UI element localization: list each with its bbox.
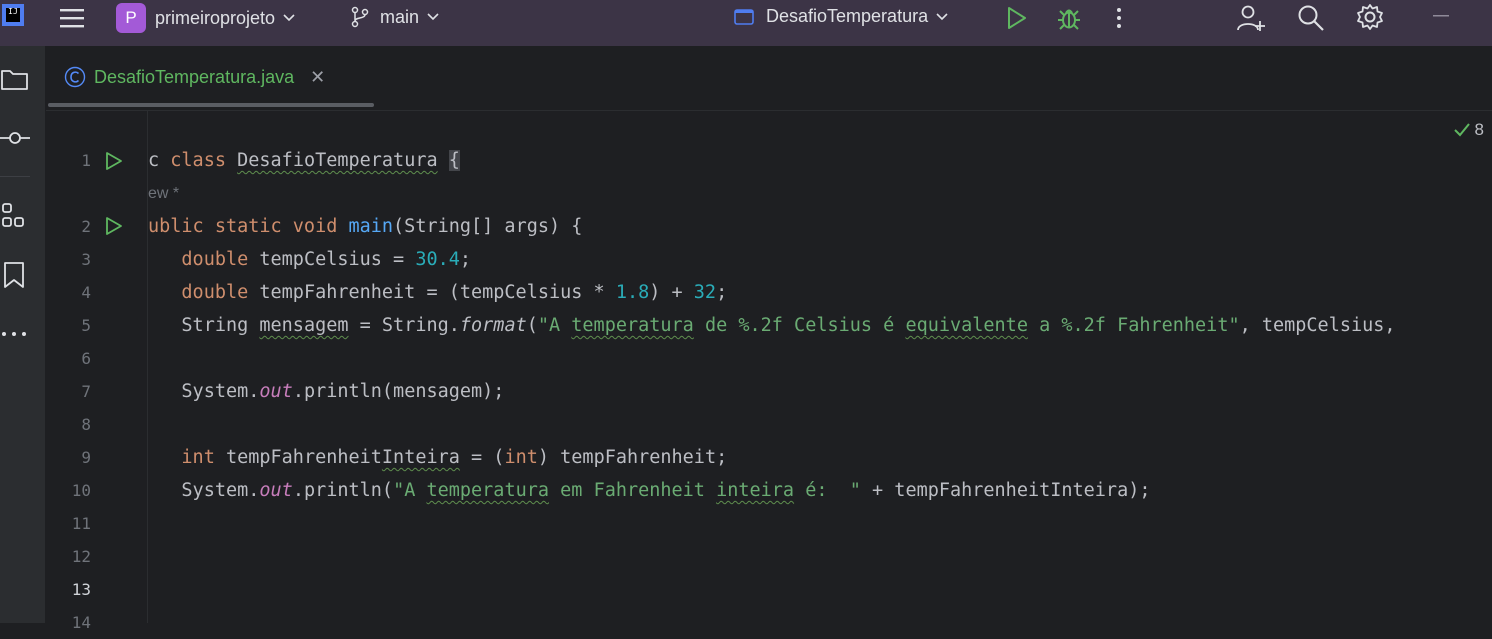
line-number: 13 xyxy=(71,580,91,599)
java-class-icon xyxy=(64,66,86,88)
debug-icon xyxy=(1058,9,1080,30)
project-name: primeiroprojeto xyxy=(155,7,276,28)
run-button[interactable] xyxy=(1006,6,1028,30)
line-number: 4 xyxy=(81,283,91,302)
tab-scroll-indicator xyxy=(48,103,374,107)
minimize-button[interactable] xyxy=(1433,14,1449,18)
more-actions-button[interactable] xyxy=(1115,6,1123,30)
inspection-widget[interactable]: 8 xyxy=(1453,120,1484,140)
jetbrains-logo-icon[interactable]: IJ xyxy=(2,4,24,26)
title-bar: IJ P primeiroprojeto main DesafioTempera… xyxy=(0,0,1492,46)
line-number: 12 xyxy=(71,547,91,566)
commit-icon[interactable] xyxy=(0,123,30,153)
editor-gutter: 1 2 3 4 5 6 7 8 9 10 11 12 13 14 xyxy=(46,111,148,632)
more-vertical-icon xyxy=(1117,8,1121,28)
code-line: ublic static void main(String[] args) { xyxy=(148,216,583,237)
code-line: double tempFahrenheit = (tempCelsius * 1… xyxy=(181,282,728,303)
editor-tab-bar: DesafioTemperatura.java ✕ xyxy=(46,46,1492,111)
structure-icon[interactable] xyxy=(0,201,30,231)
code-line: System.out.println(mensagem); xyxy=(181,381,505,402)
code-line: int tempFahrenheitInteira = (int) tempFa… xyxy=(181,447,728,468)
bookmark-icon[interactable] xyxy=(0,260,30,290)
search-icon xyxy=(1298,5,1324,31)
code-line: c class DesafioTemperatura { xyxy=(148,150,460,171)
branch-selector[interactable]: main xyxy=(350,6,439,28)
code-with-me-button[interactable] xyxy=(1236,3,1266,33)
run-config-name: DesafioTemperatura xyxy=(766,6,929,26)
code-editor[interactable]: c class DesafioTemperatura { ew * ublic … xyxy=(148,111,1492,623)
debug-button[interactable] xyxy=(1056,5,1082,31)
gear-icon xyxy=(1357,4,1383,30)
chevron-down-icon xyxy=(427,13,439,21)
project-selector[interactable]: P primeiroprojeto xyxy=(116,3,295,33)
tool-window-bar xyxy=(0,46,46,623)
check-icon xyxy=(1453,123,1470,137)
inlay-hint: ew * xyxy=(148,185,180,202)
line-number: 2 xyxy=(81,217,91,236)
search-button[interactable] xyxy=(1297,4,1325,32)
branch-icon xyxy=(351,6,369,28)
settings-button[interactable] xyxy=(1356,3,1384,31)
close-icon[interactable]: ✕ xyxy=(310,67,325,88)
folder-icon[interactable] xyxy=(0,64,30,94)
project-badge: P xyxy=(116,3,146,33)
line-number: 7 xyxy=(81,382,91,401)
code-line: String mensagem = String.format("A tempe… xyxy=(181,315,1396,336)
line-number: 10 xyxy=(71,481,91,500)
add-user-icon xyxy=(1237,5,1265,31)
run-icon xyxy=(1008,7,1026,29)
line-number: 9 xyxy=(81,448,91,467)
line-number: 1 xyxy=(81,151,91,170)
more-horizontal-icon[interactable] xyxy=(0,319,30,349)
run-config-selector[interactable]: DesafioTemperatura xyxy=(734,6,948,27)
chevron-down-icon xyxy=(283,14,295,22)
editor-tab[interactable]: DesafioTemperatura.java ✕ xyxy=(64,66,325,88)
branch-name: main xyxy=(380,6,420,27)
code-line: System.out.println("A temperatura em Fah… xyxy=(181,480,1151,501)
line-number: 8 xyxy=(81,415,91,434)
run-gutter-icon[interactable] xyxy=(104,216,124,236)
editor-tab-label: DesafioTemperatura.java xyxy=(94,66,295,87)
code-line: double tempCelsius = 30.4; xyxy=(181,249,472,270)
hamburger-menu-icon[interactable] xyxy=(58,6,86,30)
toolbar-divider xyxy=(0,176,30,177)
line-number: 5 xyxy=(81,316,91,335)
line-number: 11 xyxy=(71,514,91,533)
chevron-down-icon xyxy=(936,12,948,20)
line-number: 6 xyxy=(81,349,91,368)
inspection-count: 8 xyxy=(1474,120,1484,139)
run-config-icon xyxy=(734,8,754,25)
minimize-icon xyxy=(1433,15,1449,17)
run-gutter-icon[interactable] xyxy=(104,151,124,171)
line-number: 3 xyxy=(81,250,91,269)
